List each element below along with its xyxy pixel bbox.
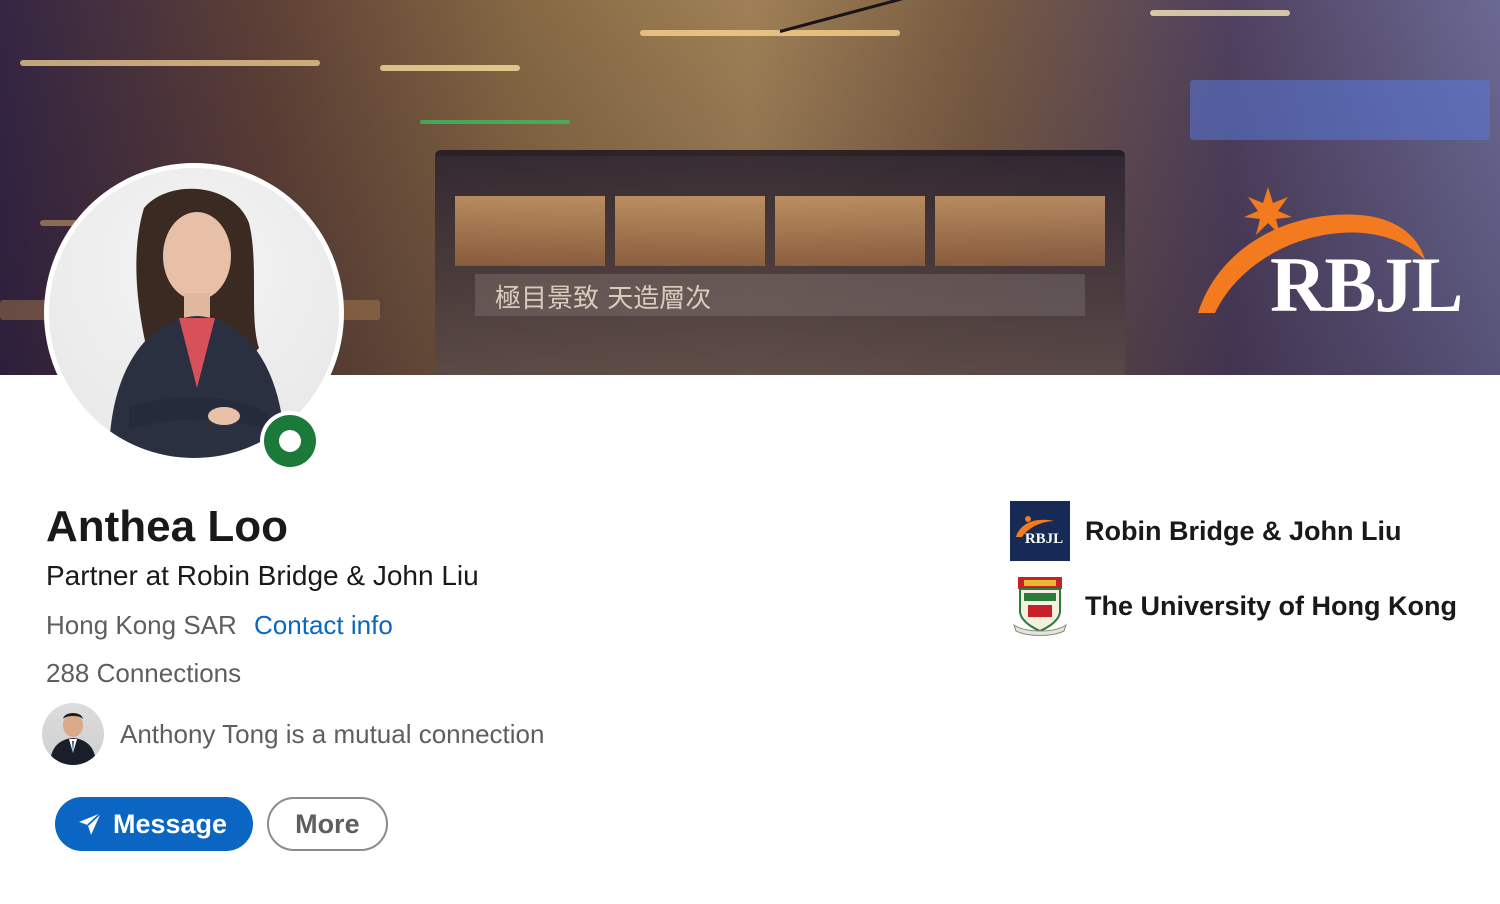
tram-sign-text: 極目景致 天造層次: [495, 284, 712, 314]
light-streak: [380, 65, 520, 71]
light-streak: [420, 120, 570, 124]
send-icon: [77, 811, 103, 837]
organizations-list: RBJL Robin Bridge & John Liu The Univers…: [1010, 500, 1457, 650]
open-badge-ring-icon: [264, 415, 316, 467]
profile-location: Hong Kong SAR: [46, 610, 237, 640]
light-streak: [1190, 80, 1490, 140]
tram-window: [455, 196, 605, 266]
tram-image: 極目景致 天造層次: [435, 150, 1125, 375]
org-name: The University of Hong Kong: [1085, 590, 1458, 621]
mutual-connection-suffix: is a mutual connection: [278, 718, 545, 749]
location-row: Hong Kong SAR Contact info: [46, 610, 393, 641]
light-streak: [640, 30, 900, 36]
org-item-rbjl[interactable]: RBJL Robin Bridge & John Liu: [1010, 500, 1457, 562]
tram-ad-sign: 極目景致 天造層次: [475, 274, 1085, 316]
profile-actions: Message More: [55, 797, 388, 851]
mutual-connection-text: Anthony Tong is a mutual connection: [120, 719, 544, 750]
tram-window: [935, 196, 1105, 266]
tram-window: [775, 196, 925, 266]
open-to-work-badge: [260, 411, 320, 471]
hku-crest-icon: [1010, 576, 1070, 636]
light-streak: [20, 60, 320, 66]
connections-count[interactable]: 288 Connections: [46, 658, 241, 689]
message-button[interactable]: Message: [55, 797, 254, 851]
mutual-connection-name[interactable]: Anthony Tong: [120, 719, 279, 749]
org-item-hku[interactable]: The University of Hong Kong: [1010, 575, 1457, 637]
rbjl-logo-icon: RBJL: [1010, 501, 1070, 561]
mutual-avatar[interactable]: [42, 703, 104, 765]
org-logo-text: RBJL: [1025, 531, 1063, 547]
tram-pole: [779, 0, 1148, 33]
mutual-connection[interactable]: Anthony Tong is a mutual connection: [42, 703, 544, 765]
org-name: Robin Bridge & John Liu: [1085, 515, 1402, 546]
person-avatar-icon: [50, 713, 96, 765]
light-streak: [1150, 10, 1290, 16]
profile-name: Anthea Loo: [46, 502, 288, 551]
profile-headline: Partner at Robin Bridge & John Liu: [46, 560, 479, 591]
banner-brand-text: RBJL: [1270, 241, 1463, 328]
more-button[interactable]: More: [267, 797, 388, 851]
contact-info-link[interactable]: Contact info: [254, 610, 393, 640]
tram-window: [615, 196, 765, 266]
message-button-label: Message: [113, 808, 228, 839]
